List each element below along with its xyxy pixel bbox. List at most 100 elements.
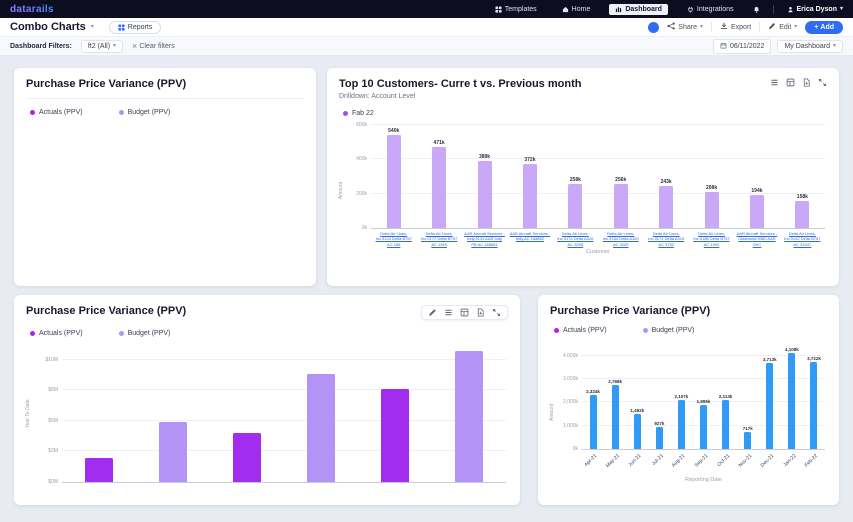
bar-slot: 540k	[371, 125, 416, 228]
bar[interactable]	[656, 427, 663, 449]
bar[interactable]	[705, 192, 719, 228]
collaborator-badge[interactable]	[648, 22, 659, 33]
bar-value-label: 2,768k	[608, 379, 622, 384]
bar[interactable]	[744, 432, 751, 449]
table-icon[interactable]	[786, 78, 795, 87]
card-header: Purchase Price Variance (PPV)	[14, 295, 520, 320]
plot-area: 600k400k200k0k540k471k389k372k258k256k24…	[371, 125, 825, 229]
x-axis-label[interactable]: AAR Aircraft Services - Indy,AC 168852	[507, 231, 552, 242]
legend-item-actuals[interactable]: Actuals (PPV)	[554, 327, 607, 334]
bar[interactable]	[634, 414, 641, 449]
page-title: Combo Charts	[10, 21, 86, 33]
bar[interactable]	[233, 433, 261, 482]
x-axis-label[interactable]: AAR Aircraft Services - Oklahoma,9380 AA…	[734, 231, 779, 247]
nav-item-templates[interactable]: Templates	[489, 4, 543, 15]
datarails-logo[interactable]: datarails	[10, 4, 54, 15]
bar[interactable]	[766, 363, 773, 449]
x-axis-label[interactable]: Delta Air Lines, Inc.9174 Delta A319 AC …	[643, 231, 688, 247]
bar[interactable]	[523, 164, 537, 228]
bar-value-label: 1,895k	[697, 399, 711, 404]
export-file-icon[interactable]	[802, 78, 811, 87]
bar[interactable]	[700, 405, 707, 449]
legend-item-feb22[interactable]: Fab 22	[343, 110, 374, 117]
bar-slot: 2,113k	[715, 342, 737, 449]
card-title: Top 10 Customers- Curre t vs. Previous m…	[339, 78, 581, 90]
toolbar-left: Combo Charts ▾ Reports	[10, 21, 161, 34]
y-tick-label: $0M	[29, 479, 58, 485]
nav-item-dashboard[interactable]: Dashboard	[609, 4, 668, 15]
x-label-slot: Delta Air Lines, Inc.9144 Delta B767 AC …	[371, 231, 416, 247]
bar[interactable]	[678, 400, 685, 449]
x-axis-label: Jan-22	[782, 453, 797, 468]
page-toolbar: Combo Charts ▾ Reports Share ▾ Export	[0, 18, 853, 37]
bar[interactable]	[590, 395, 597, 449]
user-icon	[787, 6, 794, 13]
expand-icon[interactable]	[492, 308, 501, 317]
bar[interactable]	[387, 135, 401, 228]
x-axis-label: Sep-21	[693, 453, 709, 469]
x-label-slot: Oct-21	[715, 451, 737, 475]
clear-filters-button[interactable]: × Clear filters	[132, 42, 175, 51]
bar-value-label: 3,722k	[807, 356, 821, 361]
reports-button[interactable]: Reports	[109, 21, 162, 34]
edit-button[interactable]: Edit ▾	[768, 22, 797, 32]
add-button[interactable]: + Add	[805, 21, 843, 34]
app-root: datarails Templates Home Dashboard Integ…	[0, 0, 853, 522]
chevron-down-icon[interactable]: ▾	[91, 24, 94, 30]
x-label-slot: AAR Aircraft Services - Indy,AC 168852	[507, 231, 552, 247]
bar[interactable]	[478, 161, 492, 228]
bar[interactable]	[159, 422, 187, 482]
export-button[interactable]: Export	[720, 22, 751, 32]
x-axis-label: Oct-21	[716, 453, 731, 468]
bar[interactable]	[455, 351, 483, 482]
pencil-icon[interactable]	[428, 308, 437, 317]
export-file-icon[interactable]	[476, 308, 485, 317]
x-label-slot: May-21	[604, 451, 626, 475]
bell-icon[interactable]	[753, 6, 760, 13]
nav-item-integrations[interactable]: Integrations	[681, 4, 740, 15]
date-picker[interactable]: 06/11/2022	[713, 39, 772, 54]
x-axis-label[interactable]: Delta Air Lines, Inc.9184 Delta A320 AC …	[598, 231, 643, 247]
export-label: Export	[731, 24, 751, 31]
bar[interactable]	[795, 201, 809, 228]
expand-icon[interactable]	[818, 78, 827, 87]
bar[interactable]	[810, 362, 817, 449]
list-icon[interactable]	[444, 308, 453, 317]
legend-item-budget[interactable]: Budget (PPV)	[643, 327, 695, 334]
chart-body: 4,000k3,000k2,000k1,000k0k2,324k2,768k1,…	[556, 342, 825, 483]
bar[interactable]	[750, 195, 764, 228]
bar[interactable]	[85, 458, 113, 482]
bar[interactable]	[614, 184, 628, 228]
x-axis-label[interactable]: Delta Air Lines, Inc.9186 Delta B757 AC …	[689, 231, 734, 247]
x-axis-label[interactable]: Delta Air Lines, Inc.9172 Delta B757 AC …	[416, 231, 461, 247]
legend-item-budget[interactable]: Budget (PPV)	[119, 109, 171, 116]
table-icon[interactable]	[460, 308, 469, 317]
bar[interactable]	[432, 147, 446, 228]
dashboard-select[interactable]: My Dashboard ▾	[777, 40, 843, 53]
chevron-down-icon: ▾	[794, 24, 797, 30]
bar[interactable]	[381, 389, 409, 482]
share-button[interactable]: Share ▾	[667, 22, 703, 32]
x-axis-label[interactable]: AAR Aircraft Services - Indy,9141 AAR In…	[462, 231, 507, 247]
nav-item-home[interactable]: Home	[556, 4, 597, 15]
filter-dropdown[interactable]: ft2 (All) ▾	[81, 40, 123, 53]
bar-slot	[358, 345, 432, 482]
x-axis-label[interactable]: Delta Air Lines, Inc.9174 Delta A320 AC …	[553, 231, 598, 247]
legend-item-budget[interactable]: Budget (PPV)	[119, 330, 171, 337]
legend-label: Actuals (PPV)	[39, 109, 83, 116]
bar[interactable]	[659, 186, 673, 228]
bar[interactable]	[612, 385, 619, 449]
bar[interactable]	[568, 184, 582, 228]
card-title: Purchase Price Variance (PPV)	[26, 78, 186, 90]
user-menu[interactable]: Erica Dyson ▾	[787, 6, 843, 13]
x-axis-label: Jul-21	[651, 453, 665, 467]
x-axis-label[interactable]: Delta Air Lines, Inc.9144 Delta B767 AC …	[371, 231, 416, 247]
x-axis-label[interactable]: Delta Air Lines, Inc.9142 Delta B757 AC …	[780, 231, 825, 247]
legend-item-actuals[interactable]: Actuals (PPV)	[30, 109, 83, 116]
bar[interactable]	[307, 374, 335, 482]
legend-item-actuals[interactable]: Actuals (PPV)	[30, 330, 83, 337]
bar[interactable]	[722, 400, 729, 449]
bar[interactable]	[788, 353, 795, 449]
x-label-slot: Feb-22	[803, 451, 825, 475]
list-icon[interactable]	[770, 78, 779, 87]
